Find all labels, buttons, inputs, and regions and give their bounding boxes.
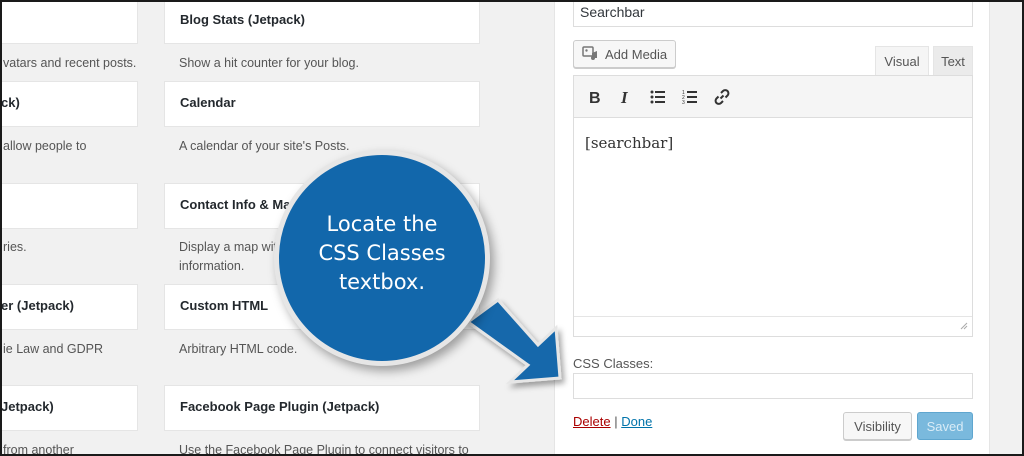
- callout-text: Locate the CSS Classes textbox.: [292, 210, 472, 297]
- callout-line: Locate the: [326, 211, 438, 236]
- callout-bubble: Locate the CSS Classes textbox.: [274, 150, 490, 366]
- callout-line: textbox.: [338, 269, 426, 294]
- callout-arrow-icon: [465, 297, 562, 384]
- callout-line: CSS Classes: [318, 240, 446, 265]
